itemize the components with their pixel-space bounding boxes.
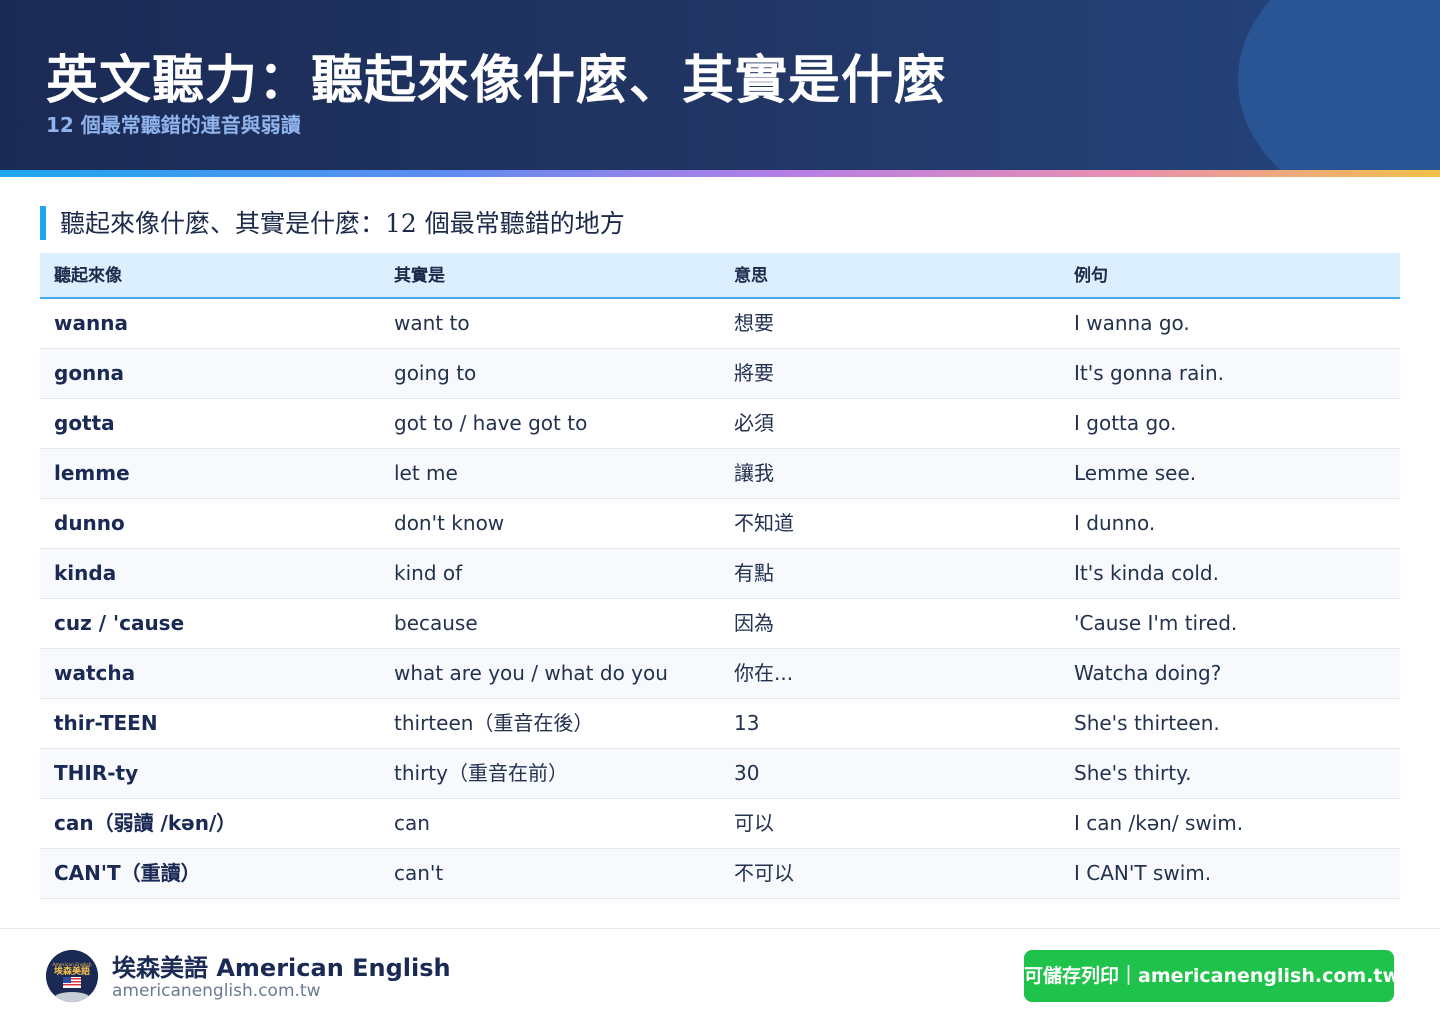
cell-example: She's thirteen. xyxy=(1074,711,1220,735)
table-row: lemme let me 讓我 Lemme see. xyxy=(40,449,1400,499)
cell-example: She's thirty. xyxy=(1074,761,1192,785)
brand-website: americanenglish.com.tw xyxy=(112,981,321,1001)
brand-logo: American English 埃森美語 xyxy=(46,950,98,1002)
phrase-table: 聽起來像 其實是 意思 例句 wanna want to 想要 I wanna go.… xyxy=(40,253,1400,899)
cell-example: Watcha doing? xyxy=(1074,661,1222,685)
header-meaning: 意思 xyxy=(734,266,768,286)
table-row: cuz / 'cause because 因為 'Cause I'm tired. xyxy=(40,599,1400,649)
table-row: thir-TEEN thirteen（重音在後） 13 She's thirteen. xyxy=(40,699,1400,749)
cell-sounds-like: thir-TEEN xyxy=(54,711,158,735)
cell-meaning: 因為 xyxy=(734,611,774,635)
cell-example: I dunno. xyxy=(1074,511,1156,535)
cell-meaning: 不知道 xyxy=(734,511,794,535)
cell-meaning: 你在... xyxy=(734,661,794,685)
cell-example: Lemme see. xyxy=(1074,461,1197,485)
cell-meaning: 13 xyxy=(734,711,760,735)
cell-actually: got to / have got to xyxy=(394,411,588,435)
cell-example: 'Cause I'm tired. xyxy=(1074,611,1238,635)
table-row: watcha what are you / what do you 你在... Wat… xyxy=(40,649,1400,699)
cell-actually: want to xyxy=(394,311,470,335)
page-title: 英文聽力：聽起來像什麼、其實是什麼 xyxy=(46,50,948,111)
cell-actually: thirty（重音在前） xyxy=(394,761,568,785)
cell-sounds-like: gotta xyxy=(54,411,115,435)
table-body: wanna want to 想要 I wanna go. gonna going to 將要… xyxy=(40,299,1400,899)
section-title: 聽起來像什麼、其實是什麼：12 個最常聽錯的地方 xyxy=(40,206,625,240)
table-row: dunno don't know 不知道 I dunno. xyxy=(40,499,1400,549)
cell-sounds-like: CAN'T（重讀） xyxy=(54,861,201,885)
table-row: kinda kind of 有點 It's kinda cold. xyxy=(40,549,1400,599)
cell-sounds-like: watcha xyxy=(54,661,136,685)
cell-actually: let me xyxy=(394,461,458,485)
cell-example: I can /kən/ swim. xyxy=(1074,811,1244,835)
page-subtitle: 12 個最常聽錯的連音與弱讀 xyxy=(46,113,301,137)
footer-divider xyxy=(0,928,1440,929)
table-header: 聽起來像 其實是 意思 例句 xyxy=(40,253,1400,299)
cell-meaning: 不可以 xyxy=(734,861,794,885)
cell-meaning: 必須 xyxy=(734,411,774,435)
cell-actually: going to xyxy=(394,361,477,385)
table-row: THIR-ty thirty（重音在前） 30 She's thirty. xyxy=(40,749,1400,799)
cell-example: I wanna go. xyxy=(1074,311,1190,335)
cell-meaning: 有點 xyxy=(734,561,774,585)
cell-sounds-like: gonna xyxy=(54,361,125,385)
cell-example: It's gonna rain. xyxy=(1074,361,1224,385)
table-row: gonna going to 將要 It's gonna rain. xyxy=(40,349,1400,399)
cell-meaning: 30 xyxy=(734,761,760,785)
svg-text:埃森美語: 埃森美語 xyxy=(54,965,90,977)
table-row: gotta got to / have got to 必須 I gotta go. xyxy=(40,399,1400,449)
cell-actually: don't know xyxy=(394,511,505,535)
cell-example: It's kinda cold. xyxy=(1074,561,1219,585)
cell-actually: what are you / what do you xyxy=(394,661,668,685)
cell-actually: can't xyxy=(394,861,444,885)
cell-actually: can xyxy=(394,811,430,835)
cell-sounds-like: kinda xyxy=(54,561,117,585)
cell-example: I CAN'T swim. xyxy=(1074,861,1212,885)
cell-actually: kind of xyxy=(394,561,463,585)
cell-example: I gotta go. xyxy=(1074,411,1177,435)
cell-sounds-like: THIR-ty xyxy=(54,761,139,785)
cell-actually: thirteen（重音在後） xyxy=(394,711,594,735)
cell-sounds-like: cuz / 'cause xyxy=(54,611,185,635)
header-example: 例句 xyxy=(1074,266,1108,286)
cell-sounds-like: lemme xyxy=(54,461,130,485)
header-actually: 其實是 xyxy=(394,266,445,286)
cell-meaning: 想要 xyxy=(734,311,774,335)
table-row: can（弱讀 /kən/） can 可以 I can /kən/ swim. xyxy=(40,799,1400,849)
cell-meaning: 可以 xyxy=(734,811,774,835)
header-decoration xyxy=(1238,0,1440,170)
cell-meaning: 將要 xyxy=(734,361,774,385)
print-button[interactable]: 可儲存列印｜americanenglish.com.tw xyxy=(1024,950,1400,1002)
header-accent-bar xyxy=(0,170,1440,177)
brand-name: 埃森美語 American English xyxy=(112,954,451,982)
header-sounds-like: 聽起來像 xyxy=(54,266,122,286)
cell-sounds-like: dunno xyxy=(54,511,125,535)
cell-sounds-like: can（弱讀 /kən/） xyxy=(54,811,237,835)
table-row: wanna want to 想要 I wanna go. xyxy=(40,299,1400,349)
cell-meaning: 讓我 xyxy=(734,461,774,485)
table-row: CAN'T（重讀） can't 不可以 I CAN'T swim. xyxy=(40,849,1400,899)
page-header: 英文聽力：聽起來像什麼、其實是什麼 12 個最常聽錯的連音與弱讀 xyxy=(0,0,1440,170)
cell-actually: because xyxy=(394,611,478,635)
cell-sounds-like: wanna xyxy=(54,311,128,335)
